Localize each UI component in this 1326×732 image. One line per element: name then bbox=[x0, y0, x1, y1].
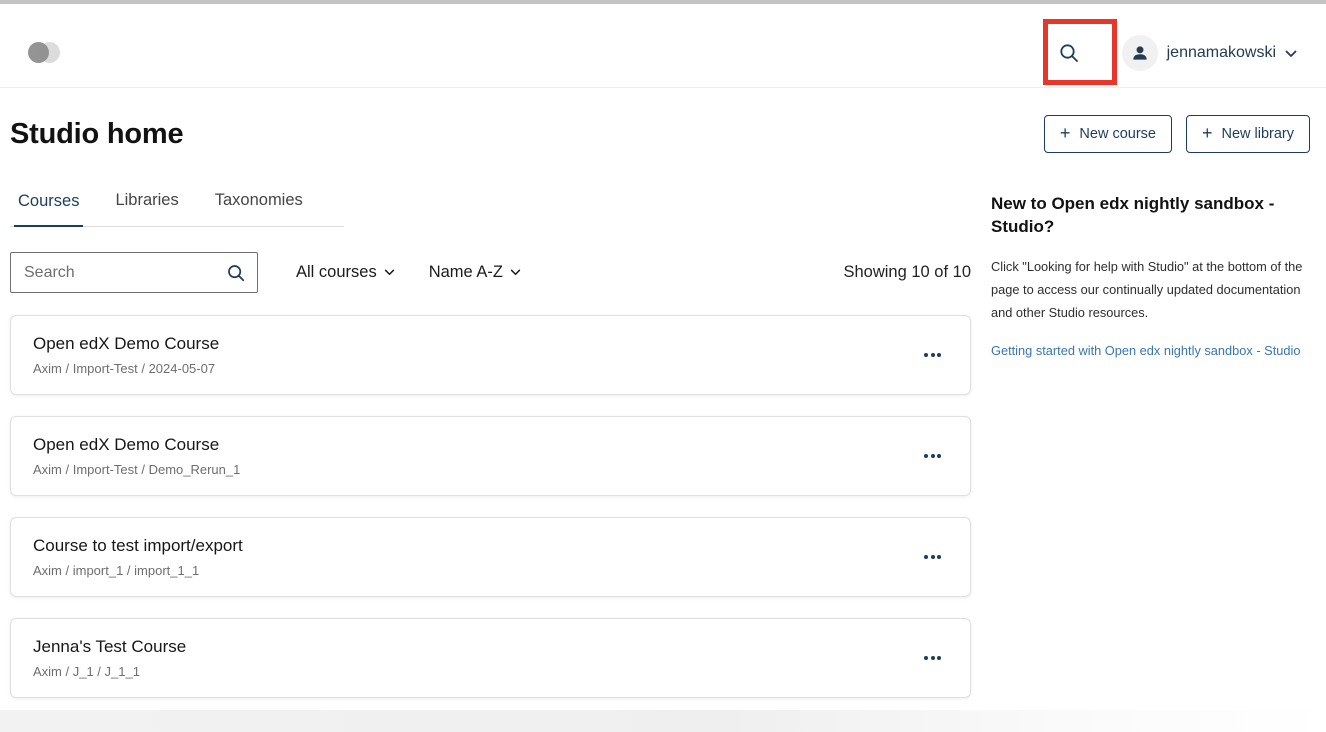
course-type-filter-dropdown[interactable]: All courses bbox=[296, 263, 395, 282]
course-text: Open edX Demo Course Axim / Import-Test … bbox=[33, 334, 219, 376]
username: jennamakowski bbox=[1167, 44, 1276, 62]
search-icon bbox=[226, 263, 246, 283]
course-text: Jenna's Test Course Axim / J_1 / J_1_1 bbox=[33, 637, 186, 679]
head-actions: + New course + New library bbox=[1044, 115, 1310, 153]
chevron-down-icon bbox=[510, 269, 521, 276]
course-org-path: Axim / Import-Test / Demo_Rerun_1 bbox=[33, 462, 240, 477]
course-card: Course to test import/export Axim / impo… bbox=[10, 517, 971, 597]
course-org-path: Axim / J_1 / J_1_1 bbox=[33, 664, 186, 679]
ellipsis-icon bbox=[924, 353, 941, 357]
logo-circle-dark bbox=[28, 42, 49, 63]
search-button[interactable] bbox=[1056, 40, 1082, 66]
search-box bbox=[10, 252, 258, 293]
help-link[interactable]: Getting started with Open edx nightly sa… bbox=[991, 339, 1300, 363]
footer-strip bbox=[0, 710, 1326, 732]
new-library-label: New library bbox=[1221, 126, 1294, 142]
course-type-filter-label: All courses bbox=[296, 263, 377, 282]
plus-icon: + bbox=[1202, 124, 1213, 142]
chevron-down-icon bbox=[1285, 50, 1297, 58]
course-title[interactable]: Course to test import/export bbox=[33, 536, 243, 556]
ellipsis-icon bbox=[924, 454, 941, 458]
logo-icon bbox=[28, 42, 60, 64]
sidebar-heading: New to Open edx nightly sandbox - Studio… bbox=[991, 193, 1310, 239]
tab-taxonomies[interactable]: Taxonomies bbox=[211, 191, 307, 226]
header-right: jennamakowski bbox=[1056, 35, 1297, 71]
course-actions-menu-button[interactable] bbox=[922, 650, 943, 666]
filter-row: All courses Name A-Z Showing bbox=[10, 252, 971, 293]
course-title[interactable]: Open edX Demo Course bbox=[33, 334, 219, 354]
course-org-path: Axim / import_1 / import_1_1 bbox=[33, 563, 243, 578]
search-input[interactable] bbox=[11, 264, 215, 282]
course-text: Course to test import/export Axim / impo… bbox=[33, 536, 243, 578]
chevron-down-icon bbox=[384, 269, 395, 276]
tab-libraries[interactable]: Libraries bbox=[111, 191, 182, 226]
sort-order-dropdown[interactable]: Name A-Z bbox=[429, 263, 521, 282]
course-actions-menu-button[interactable] bbox=[922, 549, 943, 565]
course-card: Jenna's Test Course Axim / J_1 / J_1_1 bbox=[10, 618, 971, 698]
page-head: Studio home + New course + New library bbox=[10, 115, 1310, 153]
new-course-label: New course bbox=[1079, 126, 1156, 142]
page-title: Studio home bbox=[10, 118, 183, 151]
courses-column: Courses Libraries Taxonomies bbox=[10, 191, 971, 719]
course-org-path: Axim / Import-Test / 2024-05-07 bbox=[33, 361, 219, 376]
avatar bbox=[1122, 35, 1158, 71]
search-submit-button[interactable] bbox=[215, 253, 257, 292]
ellipsis-icon bbox=[924, 555, 941, 559]
search-icon bbox=[1058, 42, 1080, 64]
course-list: Open edX Demo Course Axim / Import-Test … bbox=[10, 315, 971, 698]
main: Studio home + New course + New library C… bbox=[0, 88, 1326, 719]
user-icon bbox=[1130, 43, 1150, 63]
results-count: Showing 10 of 10 bbox=[843, 263, 971, 282]
tab-bar: Courses Libraries Taxonomies bbox=[10, 191, 344, 227]
sort-order-label: Name A-Z bbox=[429, 263, 503, 282]
new-course-button[interactable]: + New course bbox=[1044, 115, 1172, 153]
course-title[interactable]: Open edX Demo Course bbox=[33, 435, 240, 455]
course-card: Open edX Demo Course Axim / Import-Test … bbox=[10, 315, 971, 395]
new-library-button[interactable]: + New library bbox=[1186, 115, 1310, 153]
course-card: Open edX Demo Course Axim / Import-Test … bbox=[10, 416, 971, 496]
help-sidebar: New to Open edx nightly sandbox - Studio… bbox=[991, 191, 1310, 719]
course-actions-menu-button[interactable] bbox=[922, 347, 943, 363]
header: jennamakowski bbox=[0, 4, 1326, 88]
course-text: Open edX Demo Course Axim / Import-Test … bbox=[33, 435, 240, 477]
sidebar-body: Click "Looking for help with Studio" at … bbox=[991, 255, 1310, 324]
content: Courses Libraries Taxonomies bbox=[10, 191, 1310, 719]
tab-courses[interactable]: Courses bbox=[14, 191, 83, 227]
ellipsis-icon bbox=[924, 656, 941, 660]
course-actions-menu-button[interactable] bbox=[922, 448, 943, 464]
user-menu-button[interactable]: jennamakowski bbox=[1122, 35, 1297, 71]
course-title[interactable]: Jenna's Test Course bbox=[33, 637, 186, 657]
plus-icon: + bbox=[1060, 124, 1071, 142]
